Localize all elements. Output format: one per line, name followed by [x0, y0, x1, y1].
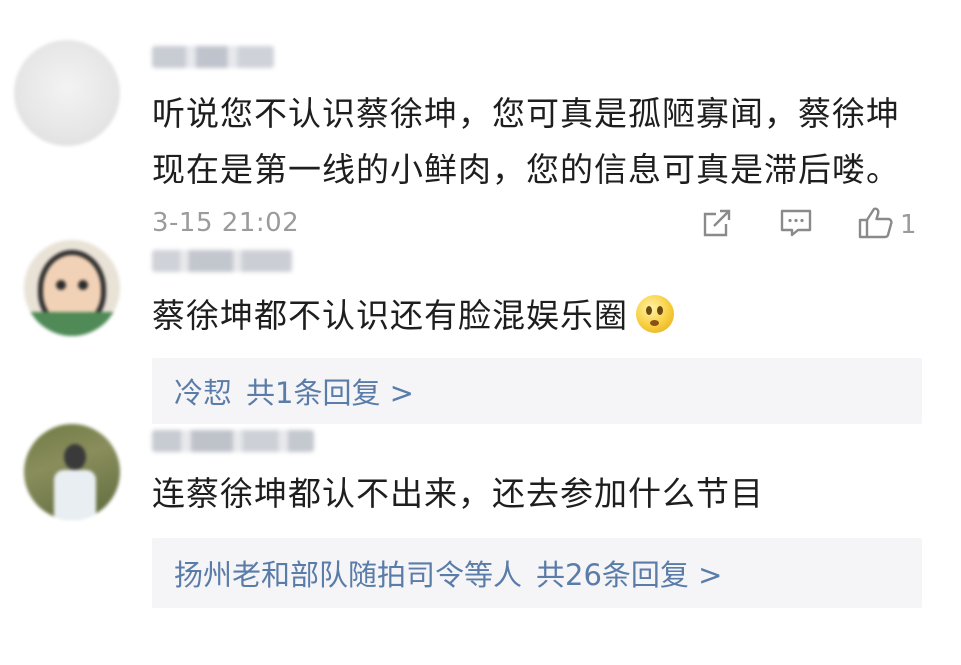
replies-preview[interactable]: 冷恝 共1条回复 >	[152, 358, 922, 424]
username[interactable]	[152, 46, 274, 68]
replies-link[interactable]: 扬州老和部队随拍司令等人 共26条回复 >	[152, 552, 722, 594]
avatar-person-head	[64, 444, 86, 470]
username[interactable]	[152, 250, 292, 272]
avatar-eye-left	[56, 280, 66, 290]
replies-link[interactable]: 冷恝 共1条回复 >	[152, 370, 414, 412]
share-button[interactable]	[700, 205, 734, 245]
avatar-collar	[24, 312, 120, 336]
comment-text-line: 听说您不认识蔡徐坤，您可真是孤陋寡闻，蔡徐坤	[152, 94, 900, 133]
comment-icon	[778, 206, 814, 244]
comment-text: 连蔡徐坤都认不出来，还去参加什么节目	[152, 474, 764, 513]
reply-names[interactable]: 冷恝	[174, 376, 232, 410]
reply-names[interactable]: 扬州老和部队随拍司令等人	[174, 558, 522, 592]
replies-preview[interactable]: 扬州老和部队随拍司令等人 共26条回复 >	[152, 538, 922, 608]
comment-text-content: 蔡徐坤都不认识还有脸混娱乐圈	[152, 296, 628, 335]
thinking-face-emoji	[636, 295, 674, 333]
comment-text: 蔡徐坤都不认识还有脸混娱乐圈	[152, 288, 674, 344]
username[interactable]	[152, 430, 314, 452]
like-button[interactable]: 1	[856, 205, 917, 245]
avatar-eye-right	[78, 280, 88, 290]
share-icon	[700, 206, 734, 244]
avatar[interactable]	[24, 424, 120, 520]
avatar-person-body	[54, 470, 96, 520]
avatar[interactable]	[24, 240, 120, 336]
avatar[interactable]	[14, 40, 120, 146]
comment-text: 听说您不认识蔡徐坤，您可真是孤陋寡闻，蔡徐坤 现在是第一线的小鲜肉，您的信息可真…	[152, 86, 900, 198]
like-count: 1	[900, 210, 917, 240]
comment-text-line: 现在是第一线的小鲜肉，您的信息可真是滞后喽。	[152, 150, 900, 189]
comment-button[interactable]	[778, 205, 814, 245]
comment-timestamp: 3-15 21:02	[152, 208, 300, 238]
reply-count[interactable]: 共1条回复 >	[246, 376, 414, 410]
thumbs-up-icon	[856, 205, 896, 245]
reply-count[interactable]: 共26条回复 >	[536, 558, 722, 592]
